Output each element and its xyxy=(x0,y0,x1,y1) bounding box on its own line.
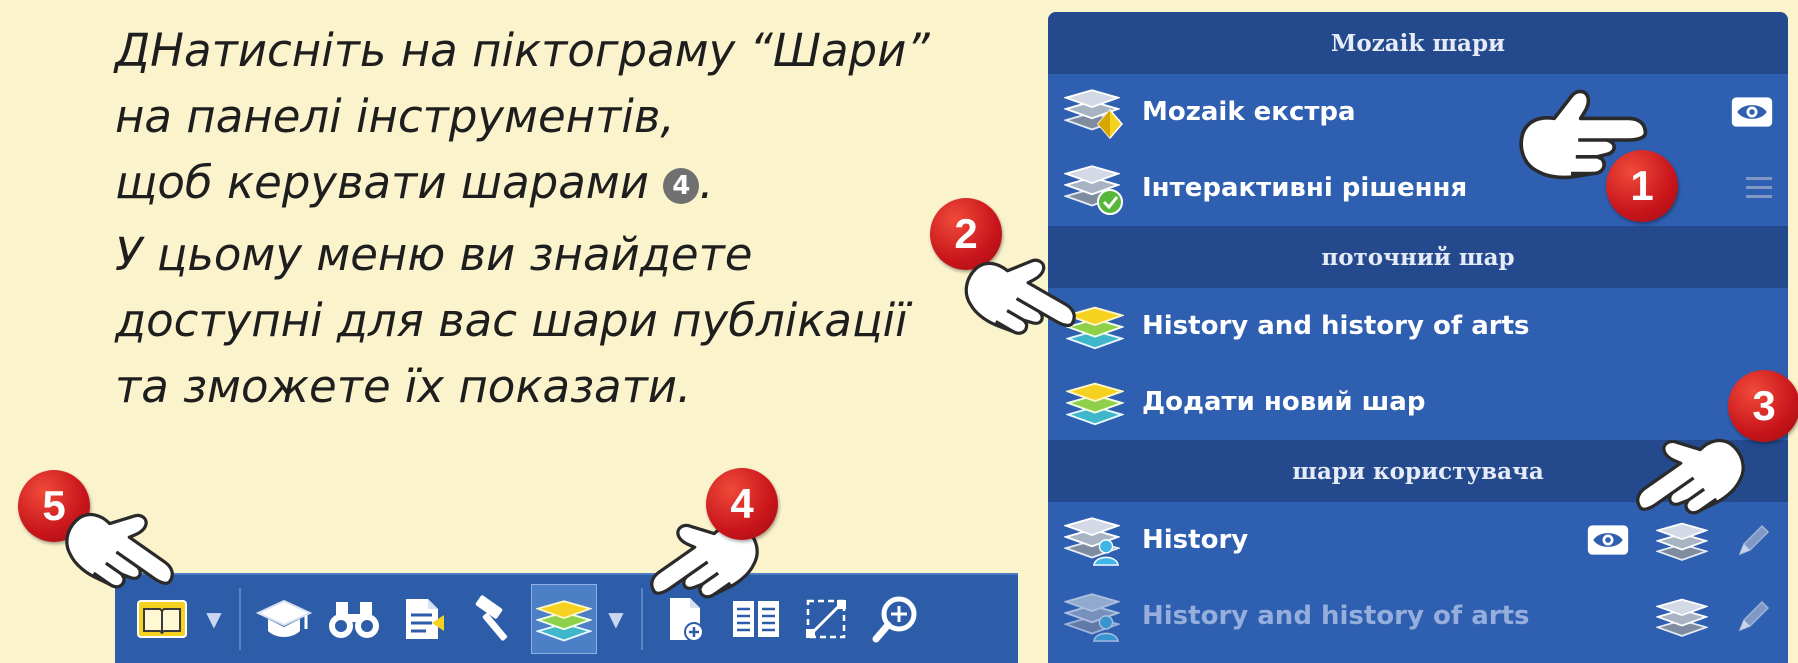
layers-icon xyxy=(536,595,592,643)
graduation-cap-icon xyxy=(256,599,312,637)
tools-button[interactable] xyxy=(461,584,527,654)
instruction-text: ДНатисніть на піктограму “Шари” на панел… xyxy=(115,18,975,420)
zoom-button[interactable] xyxy=(863,584,929,654)
layer-label: History xyxy=(1142,525,1249,555)
instruction-paragraph-2: У цьому меню ви знайдете доступні для ва… xyxy=(115,222,975,420)
layers-user-icon xyxy=(1062,586,1128,646)
pencil-icon[interactable] xyxy=(1734,520,1774,560)
instruction-line-end: . xyxy=(699,156,714,209)
instruction-line: доступні для вас шари публікації xyxy=(115,294,908,347)
callout-number: 1 xyxy=(1606,150,1678,222)
zoom-icon xyxy=(872,596,917,643)
instruction-line: ДНатисніть на піктограму “Шари” xyxy=(115,24,930,77)
layers-diamond-icon xyxy=(1062,82,1128,142)
layer-label: History and history of arts xyxy=(1142,311,1530,341)
explore-button[interactable] xyxy=(321,584,387,654)
step-number-badge: 4 xyxy=(663,168,700,204)
dropdown-arrow[interactable]: ▼ xyxy=(601,607,631,631)
binoculars-icon xyxy=(329,602,379,638)
courses-button[interactable] xyxy=(251,584,317,654)
eye-icon[interactable] xyxy=(1730,93,1774,131)
toolbar: ▼ ▼ xyxy=(115,573,1018,663)
instruction-line: та зможете їх показати. xyxy=(115,360,692,413)
layers-user-icon xyxy=(1062,510,1128,570)
layer-label: Mozaik екстра xyxy=(1142,97,1356,127)
eye-icon[interactable] xyxy=(1586,521,1630,559)
layers-button[interactable] xyxy=(531,584,597,654)
layer-label: Інтерактивні рішення xyxy=(1142,173,1468,203)
callout-number: 4 xyxy=(706,468,778,540)
layers-icon[interactable] xyxy=(1656,594,1708,638)
instruction-paragraph-1: ДНатисніть на піктограму “Шари” на панел… xyxy=(115,18,975,216)
pencil-icon[interactable] xyxy=(1734,596,1774,636)
layers-panel: Mozaik шари Mozaik екстра Інтерактивні р… xyxy=(1048,12,1788,663)
layers-yellow-icon xyxy=(1062,372,1128,432)
toolbar-divider xyxy=(239,588,241,650)
layer-row-history-arts[interactable]: History and history of arts xyxy=(1048,578,1788,654)
hammer-icon xyxy=(475,595,508,641)
callout-number: 3 xyxy=(1728,370,1798,442)
layer-row-current[interactable]: History and history of arts xyxy=(1048,288,1788,364)
layer-row-mozaik-extra[interactable]: Mozaik екстра xyxy=(1048,74,1788,150)
section-header-mozaik-layers: Mozaik шари xyxy=(1048,12,1788,74)
section-header-current-layer: поточний шар xyxy=(1048,226,1788,288)
instruction-line: щоб керувати шарами xyxy=(115,156,649,209)
layer-label: History and history of arts xyxy=(1142,601,1530,631)
crop-icon xyxy=(806,599,846,639)
toolbar-divider xyxy=(641,588,643,650)
crop-button[interactable] xyxy=(793,584,859,654)
instruction-line: У цьому меню ви знайдете xyxy=(115,228,753,281)
layer-label: Додати новий шар xyxy=(1142,387,1426,417)
layers-check-icon xyxy=(1062,158,1128,218)
menu-icon[interactable] xyxy=(1744,174,1774,202)
two-pages-icon xyxy=(733,601,779,637)
instruction-line: на панелі інструментів, xyxy=(115,90,675,143)
notes-button[interactable] xyxy=(391,584,457,654)
dropdown-arrow[interactable]: ▼ xyxy=(199,607,229,631)
notes-icon xyxy=(406,599,444,639)
